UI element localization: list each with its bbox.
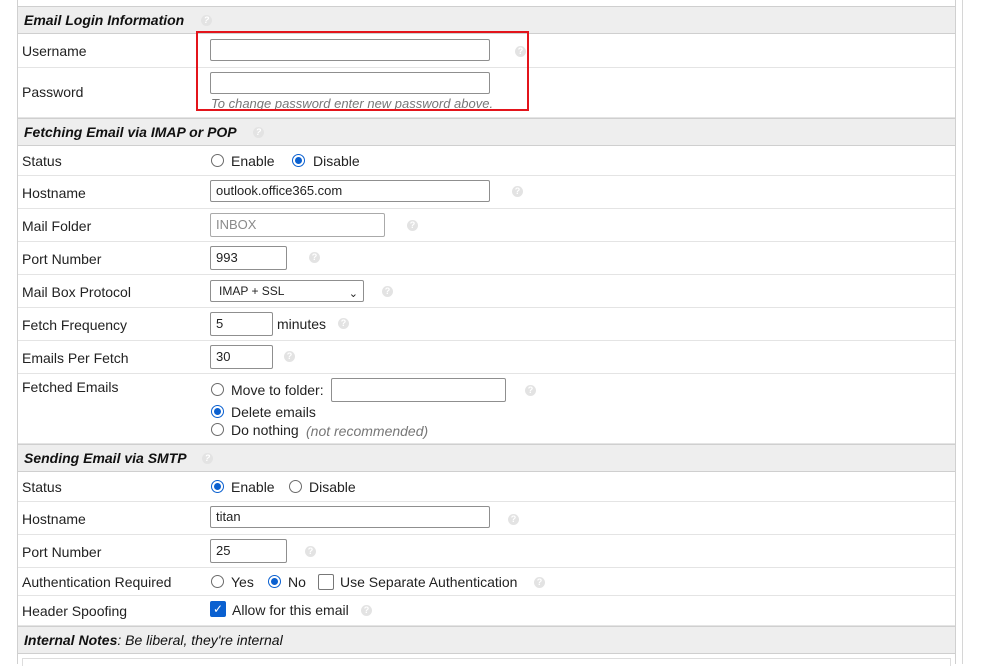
notes-editor[interactable]: [18, 654, 955, 666]
hostname-label: Hostname: [22, 185, 86, 201]
mail-folder-input[interactable]: INBOX: [210, 213, 385, 237]
username-label: Username: [22, 43, 87, 59]
do-nothing-radio[interactable]: [211, 423, 224, 436]
spoofing-option-label: Allow for this email: [232, 602, 349, 618]
port-label: Port Number: [22, 544, 102, 560]
fetch-status-row: Status Enable Disable: [18, 146, 955, 176]
frequency-row: Fetch Frequency 5 minutes ?: [18, 308, 955, 341]
section-header-sending: Sending Email via SMTP ?: [18, 444, 955, 472]
smtp-port-row: Port Number 25 ?: [18, 535, 955, 568]
mail-folder-label: Mail Folder: [22, 218, 92, 234]
auth-yes-label: Yes: [231, 574, 254, 590]
highlight-box: [196, 31, 529, 111]
fetched-label: Fetched Emails: [22, 379, 119, 395]
fetch-disable-label: Disable: [313, 153, 360, 169]
per-fetch-label: Emails Per Fetch: [22, 350, 129, 366]
frequency-label: Fetch Frequency: [22, 317, 128, 333]
help-icon[interactable]: ?: [508, 514, 519, 525]
smtp-port-input[interactable]: 25: [210, 539, 287, 563]
spoofing-checkbox[interactable]: ✓: [210, 601, 226, 617]
section-header-fetching: Fetching Email via IMAP or POP ?: [18, 118, 955, 146]
smtp-hostname-row: Hostname titan ?: [18, 502, 955, 535]
fetch-enable-radio[interactable]: [211, 154, 224, 167]
scrollbar-track[interactable]: [962, 0, 963, 664]
delete-emails-radio[interactable]: [211, 405, 224, 418]
move-folder-radio[interactable]: [211, 383, 224, 396]
separate-auth-checkbox[interactable]: [318, 574, 334, 590]
section-header-notes: Internal Notes: Be liberal, they're inte…: [18, 626, 955, 654]
separate-auth-label: Use Separate Authentication: [340, 574, 518, 590]
help-icon[interactable]: ?: [534, 577, 545, 588]
help-icon[interactable]: ?: [525, 385, 536, 396]
help-icon[interactable]: ?: [284, 351, 295, 362]
do-nothing-label: Do nothing: [231, 422, 299, 438]
fetch-enable-label: Enable: [231, 153, 275, 169]
smtp-enable-radio[interactable]: [211, 480, 224, 493]
mail-folder-row: Mail Folder INBOX ?: [18, 209, 955, 242]
protocol-value: IMAP + SSL: [219, 284, 285, 298]
protocol-row: Mail Box Protocol IMAP + SSL ⌄ ?: [18, 275, 955, 308]
fetch-disable-radio[interactable]: [292, 154, 305, 167]
help-icon[interactable]: ?: [202, 453, 213, 464]
port-label: Port Number: [22, 251, 102, 267]
smtp-status-row: Status Enable Disable: [18, 472, 955, 502]
fetch-port-input[interactable]: 993: [210, 246, 287, 270]
smtp-enable-label: Enable: [231, 479, 275, 495]
notes-textarea[interactable]: [22, 658, 951, 666]
section-subtitle: : Be liberal, they're internal: [117, 632, 283, 648]
help-icon[interactable]: ?: [305, 546, 316, 557]
hostname-label: Hostname: [22, 511, 86, 527]
help-icon[interactable]: ?: [338, 318, 349, 329]
move-folder-input[interactable]: [331, 378, 506, 402]
section-header-email-login: Email Login Information ?: [18, 6, 955, 34]
protocol-select[interactable]: IMAP + SSL ⌄: [210, 280, 364, 302]
check-icon: ✓: [212, 602, 224, 616]
frequency-input[interactable]: 5: [210, 312, 273, 336]
password-label: Password: [22, 84, 84, 100]
protocol-label: Mail Box Protocol: [22, 284, 131, 300]
help-icon[interactable]: ?: [253, 127, 264, 138]
help-icon[interactable]: ?: [512, 186, 523, 197]
status-label: Status: [22, 479, 62, 495]
status-label: Status: [22, 153, 62, 169]
auth-label: Authentication Required: [22, 574, 172, 590]
smtp-disable-radio[interactable]: [289, 480, 302, 493]
move-folder-label: Move to folder:: [231, 382, 324, 398]
help-icon[interactable]: ?: [309, 252, 320, 263]
section-title: Sending Email via SMTP: [24, 450, 187, 466]
help-icon[interactable]: ?: [382, 286, 393, 297]
fetch-hostname-input[interactable]: outlook.office365.com: [210, 180, 490, 202]
spoofing-row: Header Spoofing ✓ Allow for this email ?: [18, 596, 955, 626]
help-icon[interactable]: ?: [201, 15, 212, 26]
smtp-disable-label: Disable: [309, 479, 356, 495]
frequency-unit: minutes: [277, 316, 327, 332]
fetched-emails-row: Fetched Emails Move to folder: ? Delete …: [18, 374, 955, 444]
section-title: Internal Notes: [24, 632, 118, 648]
help-icon[interactable]: ?: [407, 220, 418, 231]
auth-no-label: No: [288, 574, 306, 590]
help-icon[interactable]: ?: [361, 605, 372, 616]
not-recommended-note: (not recommended): [306, 423, 429, 439]
per-fetch-row: Emails Per Fetch 30 ?: [18, 341, 955, 374]
per-fetch-input[interactable]: 30: [210, 345, 273, 369]
auth-no-radio[interactable]: [268, 575, 281, 588]
auth-row: Authentication Required Yes No Use Separ…: [18, 568, 955, 596]
section-title: Email Login Information: [24, 12, 185, 28]
delete-emails-label: Delete emails: [231, 404, 316, 420]
spoofing-label: Header Spoofing: [22, 603, 128, 619]
auth-yes-radio[interactable]: [211, 575, 224, 588]
chevron-down-icon: ⌄: [348, 288, 358, 300]
section-title: Fetching Email via IMAP or POP: [24, 124, 237, 140]
smtp-hostname-input[interactable]: titan: [210, 506, 490, 528]
fetch-port-row: Port Number 993 ?: [18, 242, 955, 275]
fetch-hostname-row: Hostname outlook.office365.com ?: [18, 176, 955, 209]
